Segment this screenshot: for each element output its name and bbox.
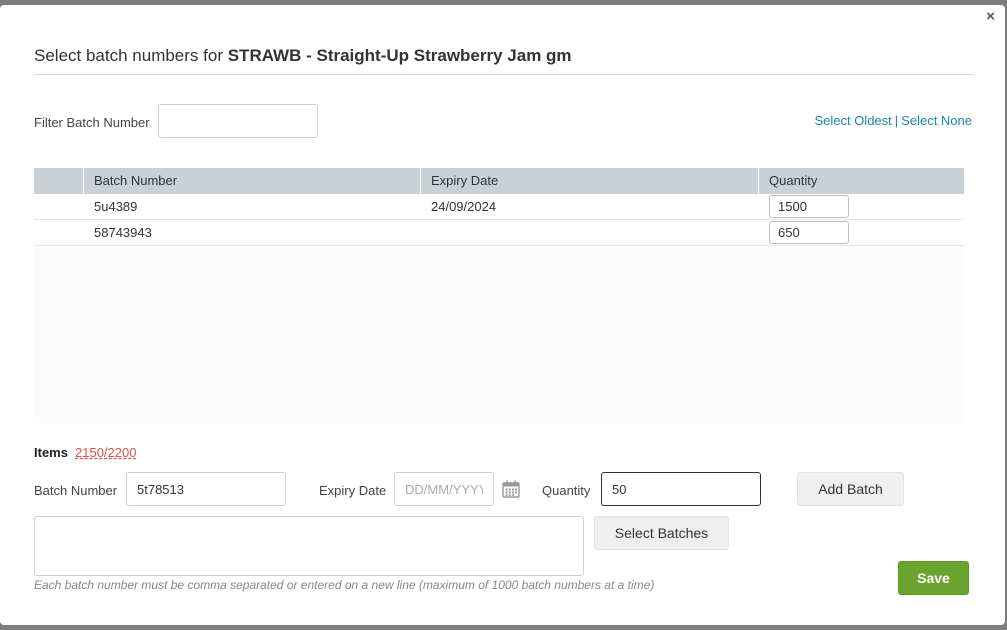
items-label: Items	[34, 445, 68, 460]
batch-table: Batch Number Expiry Date Quantity 5u4389…	[34, 168, 964, 423]
expiry-date-field[interactable]	[394, 472, 494, 506]
cell-batch-number: 58743943	[94, 225, 152, 240]
select-batches-button[interactable]: Select Batches	[594, 516, 729, 550]
dialog-title: Select batch numbers for STRAWB - Straig…	[34, 46, 572, 66]
dialog-title-product: STRAWB - Straight-Up Strawberry Jam gm	[227, 46, 572, 65]
table-row[interactable]: 58743943	[34, 220, 964, 246]
items-count[interactable]: 2150/2200	[75, 445, 136, 460]
batch-number-field[interactable]	[126, 472, 286, 506]
expiry-date-label: Expiry Date	[319, 483, 387, 498]
quantity-input[interactable]	[769, 195, 849, 218]
batch-list-hint: Each batch number must be comma separate…	[34, 578, 655, 592]
add-batch-button[interactable]: Add Batch	[797, 472, 904, 506]
calendar-icon[interactable]	[502, 480, 520, 498]
column-header-batch-number[interactable]: Batch Number	[83, 168, 420, 194]
column-header-quantity[interactable]: Quantity	[758, 168, 964, 194]
cell-expiry-date: 24/09/2024	[431, 199, 497, 214]
table-row[interactable]: 5u4389 24/09/2024	[34, 194, 964, 220]
link-separator: |	[894, 113, 899, 128]
dialog-title-prefix: Select batch numbers for	[34, 46, 228, 65]
select-none-link[interactable]: Select None	[901, 113, 972, 128]
quantity-input[interactable]	[769, 221, 849, 244]
select-oldest-link[interactable]: Select Oldest	[814, 113, 891, 128]
table-header: Batch Number Expiry Date Quantity	[34, 168, 964, 194]
column-header-expiry-date[interactable]: Expiry Date	[420, 168, 758, 194]
select-links: Select Oldest | Select None	[814, 113, 972, 128]
close-icon[interactable]: ×	[986, 9, 995, 25]
filter-batch-input[interactable]	[158, 104, 318, 138]
batch-list-textarea[interactable]	[34, 516, 584, 576]
save-button[interactable]: Save	[898, 561, 969, 595]
batch-number-label: Batch Number	[34, 483, 118, 498]
cell-expiry-date	[421, 220, 431, 245]
filter-label: Filter Batch Number	[34, 115, 150, 130]
quantity-label: Quantity	[542, 483, 591, 498]
cell-batch-number: 5u4389	[94, 199, 138, 214]
batch-select-dialog: × Select batch numbers for STRAWB - Stra…	[0, 5, 1005, 625]
title-divider	[34, 74, 974, 75]
quantity-field[interactable]	[601, 472, 761, 506]
